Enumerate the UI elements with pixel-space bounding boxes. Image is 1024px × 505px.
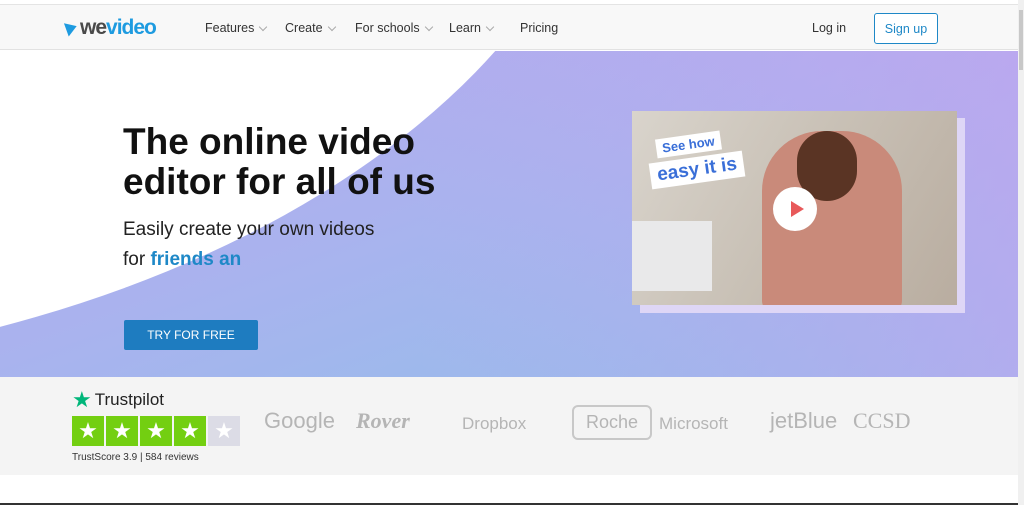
- brand-rover: Rover: [356, 408, 410, 433]
- nav-label: Create: [285, 21, 323, 35]
- laptop-image: [632, 221, 712, 291]
- nav-label: For schools: [355, 21, 420, 35]
- nav-features[interactable]: Features: [205, 21, 268, 35]
- chevron-down-icon: [327, 22, 336, 31]
- chevron-down-icon: [424, 22, 433, 31]
- trustpilot-name: Trustpilot: [94, 390, 165, 409]
- hero-title: The online video editor for all of us: [123, 121, 436, 202]
- subtitle-line: for friends an: [123, 245, 374, 275]
- play-button[interactable]: [773, 187, 817, 231]
- logo-text: wevideo: [80, 16, 157, 39]
- trust-score: TrustScore 3.9 | 584 reviews: [72, 452, 199, 463]
- rating-stars: ★ ★ ★ ★ ★: [72, 416, 240, 446]
- hero-subtitle: Easily create your own videos for friends…: [123, 215, 374, 275]
- chevron-down-icon: [259, 22, 268, 31]
- scrollbar-thumb[interactable]: [1019, 10, 1023, 70]
- hero-video[interactable]: See how easy it is: [632, 111, 957, 305]
- brand-ccsd: CCSD: [853, 408, 911, 433]
- brand-roche: Roche: [572, 405, 653, 440]
- score-label: TrustScore 3.9: [72, 452, 138, 463]
- logo-icon: [63, 19, 80, 37]
- try-for-free-button[interactable]: TRY FOR FREE: [124, 320, 258, 350]
- nav-pricing[interactable]: Pricing: [520, 21, 558, 35]
- subtitle-prefix: for: [123, 249, 151, 270]
- brand-jetblue: jetBlue: [770, 408, 838, 433]
- review-count: 584 reviews: [145, 452, 199, 463]
- trustpilot-widget[interactable]: ★ Trustpilot ★ ★ ★ ★ ★ TrustScore 3.9 | 584 r…: [72, 387, 240, 463]
- star-icon: ★: [72, 416, 104, 446]
- scrollbar[interactable]: [1018, 0, 1024, 505]
- hero-white-curve: [0, 51, 620, 377]
- nav-learn[interactable]: Learn: [449, 21, 495, 35]
- nav-create[interactable]: Create: [285, 21, 336, 35]
- star-icon: ★: [140, 416, 172, 446]
- subtitle-highlight: friends an: [150, 249, 242, 270]
- navbar: wevideo Features Create For schools Lear…: [0, 5, 1018, 50]
- wevideo-logo[interactable]: wevideo: [63, 16, 157, 40]
- star-icon: ★: [106, 416, 138, 446]
- star-icon: ★: [174, 416, 206, 446]
- subtitle-line: Easily create your own videos: [123, 219, 375, 240]
- play-icon: [790, 201, 804, 217]
- nav-label: Pricing: [520, 21, 559, 35]
- star-icon: ★: [208, 416, 240, 446]
- nav-for-schools[interactable]: For schools: [355, 21, 433, 35]
- trustpilot-star-icon: ★: [72, 387, 92, 412]
- nav-label: Features: [205, 21, 255, 35]
- brand-google: Google: [264, 408, 335, 433]
- signup-button[interactable]: Sign up: [874, 13, 938, 44]
- login-link[interactable]: Log in: [812, 21, 846, 35]
- chevron-down-icon: [485, 22, 495, 31]
- brand-microsoft: Microsoft: [659, 414, 728, 433]
- nav-label: Learn: [449, 21, 481, 35]
- brand-dropbox: Dropbox: [462, 414, 527, 433]
